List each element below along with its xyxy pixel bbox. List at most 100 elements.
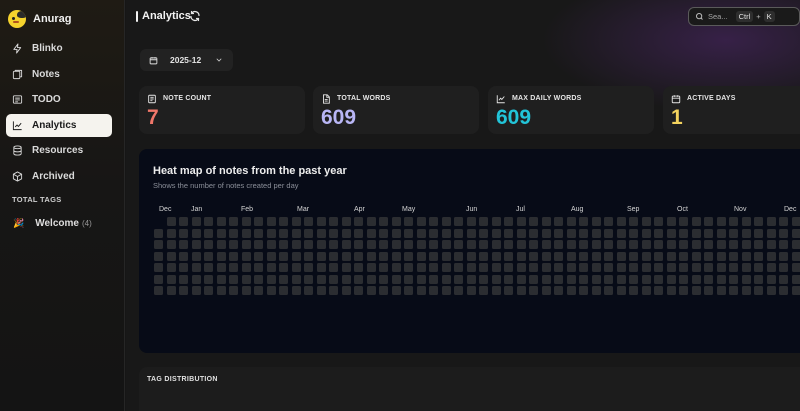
heatmap-cell[interactable] (354, 274, 363, 284)
heatmap-cell[interactable] (579, 274, 588, 284)
heatmap-cell[interactable] (491, 274, 501, 284)
heatmap-cell[interactable] (504, 286, 513, 295)
heatmap-cell[interactable] (466, 240, 476, 249)
heatmap-cell[interactable] (779, 286, 788, 295)
heatmap-cell[interactable] (254, 263, 263, 272)
heatmap-cell[interactable] (541, 228, 551, 238)
heatmap-cell[interactable] (741, 263, 751, 272)
heatmap-cell[interactable] (279, 286, 288, 295)
heatmap-cell[interactable] (791, 274, 800, 284)
heatmap-cell[interactable] (779, 251, 788, 261)
heatmap-cell[interactable] (741, 228, 751, 238)
heatmap-cell[interactable] (791, 228, 800, 238)
heatmap-cell[interactable] (354, 286, 363, 295)
heatmap-cell[interactable] (604, 274, 613, 284)
heatmap-cell[interactable] (304, 228, 313, 238)
heatmap-cell[interactable] (266, 228, 276, 238)
heatmap-cell[interactable] (216, 286, 226, 295)
heatmap-cell[interactable] (766, 228, 776, 238)
heatmap-cell[interactable] (679, 228, 688, 238)
heatmap-cell[interactable] (416, 251, 426, 261)
heatmap-cell[interactable] (529, 240, 538, 249)
heatmap-cell[interactable] (341, 240, 351, 249)
heatmap-cell[interactable] (441, 274, 451, 284)
heatmap-cell[interactable] (779, 274, 788, 284)
heatmap-cell[interactable] (454, 263, 463, 272)
heatmap-cell[interactable] (579, 228, 588, 238)
heatmap-cell[interactable] (504, 228, 513, 238)
heatmap-cell[interactable] (779, 263, 788, 272)
heatmap-cell[interactable] (566, 274, 576, 284)
heatmap-cell[interactable] (404, 228, 413, 238)
heatmap-cell[interactable] (291, 286, 301, 295)
heatmap-cell[interactable] (491, 228, 501, 238)
heatmap-cell[interactable] (429, 251, 438, 261)
heatmap-cell[interactable] (229, 263, 238, 272)
heatmap-cell[interactable] (329, 251, 338, 261)
heatmap-cell[interactable] (266, 263, 276, 272)
heatmap-cell[interactable] (629, 228, 638, 238)
heatmap-cell[interactable] (729, 274, 738, 284)
heatmap-cell[interactable] (579, 286, 588, 295)
heatmap-cell[interactable] (666, 251, 676, 261)
heatmap-cell[interactable] (554, 263, 563, 272)
heatmap-cell[interactable] (354, 217, 363, 226)
heatmap-cell[interactable] (304, 251, 313, 261)
heatmap-cell[interactable] (354, 263, 363, 272)
heatmap-cell[interactable] (441, 251, 451, 261)
heatmap-cell[interactable] (716, 240, 726, 249)
heatmap-cell[interactable] (491, 251, 501, 261)
heatmap-cell[interactable] (441, 217, 451, 226)
heatmap-cell[interactable] (154, 286, 163, 295)
heatmap-cell[interactable] (779, 228, 788, 238)
heatmap-cell[interactable] (679, 263, 688, 272)
heatmap-cell[interactable] (641, 240, 651, 249)
heatmap-cell[interactable] (679, 274, 688, 284)
heatmap-cell[interactable] (291, 240, 301, 249)
heatmap-cell[interactable] (166, 286, 176, 295)
heatmap-cell[interactable] (516, 263, 526, 272)
heatmap-cell[interactable] (766, 286, 776, 295)
heatmap-cell[interactable] (541, 240, 551, 249)
heatmap-cell[interactable] (566, 251, 576, 261)
heatmap-cell[interactable] (591, 217, 601, 226)
heatmap-cell[interactable] (629, 251, 638, 261)
heatmap-cell[interactable] (666, 286, 676, 295)
heatmap-cell[interactable] (529, 228, 538, 238)
heatmap-cell[interactable] (604, 228, 613, 238)
heatmap-cell[interactable] (204, 217, 213, 226)
heatmap-cell[interactable] (466, 286, 476, 295)
heatmap-cell[interactable] (466, 263, 476, 272)
search-input[interactable]: Sea... Ctrl + K (688, 7, 800, 26)
heatmap-cell[interactable] (179, 274, 188, 284)
heatmap-cell[interactable] (704, 286, 713, 295)
heatmap-cell[interactable] (679, 286, 688, 295)
heatmap-cell[interactable] (379, 251, 388, 261)
heatmap-cell[interactable] (566, 217, 576, 226)
heatmap-cell[interactable] (204, 274, 213, 284)
heatmap-cell[interactable] (304, 286, 313, 295)
heatmap-cell[interactable] (704, 240, 713, 249)
heatmap-cell[interactable] (341, 286, 351, 295)
heatmap-cell[interactable] (629, 286, 638, 295)
heatmap-cell[interactable] (304, 274, 313, 284)
heatmap-cell[interactable] (754, 217, 763, 226)
sidebar-item-todo[interactable]: TODO (6, 88, 112, 111)
heatmap-cell[interactable] (429, 228, 438, 238)
heatmap-cell[interactable] (729, 286, 738, 295)
heatmap-cell[interactable] (704, 263, 713, 272)
heatmap-cell[interactable] (516, 274, 526, 284)
heatmap-cell[interactable] (166, 240, 176, 249)
sidebar-item-resources[interactable]: Resources (6, 139, 112, 162)
heatmap-cell[interactable] (616, 217, 626, 226)
heatmap-cell[interactable] (329, 274, 338, 284)
heatmap-cell[interactable] (641, 274, 651, 284)
heatmap-cell[interactable] (291, 228, 301, 238)
heatmap-cell[interactable] (179, 240, 188, 249)
heatmap-cell[interactable] (391, 286, 401, 295)
heatmap-cell[interactable] (304, 240, 313, 249)
heatmap-cell[interactable] (641, 228, 651, 238)
heatmap-cell[interactable] (616, 286, 626, 295)
heatmap-cell[interactable] (191, 286, 201, 295)
heatmap-cell[interactable] (666, 263, 676, 272)
